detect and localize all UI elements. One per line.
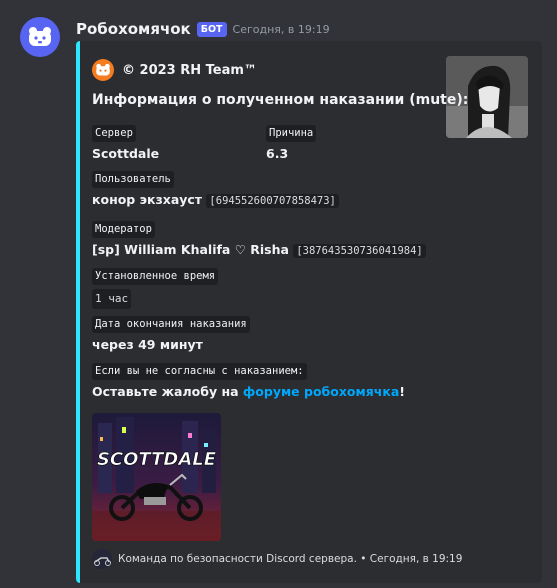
field-duration-value: 1 час <box>92 289 132 309</box>
footer-avatar <box>92 549 112 569</box>
embed-accent-bar <box>76 41 80 583</box>
field-moderator: Модератор [sp] William Khalifa ♡ Risha [… <box>92 217 426 259</box>
field-server-name: Сервер <box>92 125 136 142</box>
message-timestamp[interactable]: Сегодня, в 19:19 <box>233 23 330 36</box>
embed-author: © 2023 RH Team™ <box>92 59 257 81</box>
field-end-date-value: через 49 минут <box>92 337 203 352</box>
field-server-value: Scottdale <box>92 146 160 161</box>
footer-label: Команда по безопасности Discord сервера. <box>118 553 357 565</box>
embed-footer: Команда по безопасности Discord сервера.… <box>92 549 462 569</box>
embed-title: Информация о полученном наказании (mute)… <box>92 92 469 108</box>
appeal-text-end: ! <box>399 384 405 399</box>
scottdale-image: SCOTTDALE <box>92 413 221 541</box>
appeal-forum-link[interactable]: форуме робохомячка <box>243 384 399 399</box>
user-id: [694552600707858473] <box>206 194 339 208</box>
field-server: Сервер Scottdale <box>92 121 159 162</box>
bot-avatar[interactable] <box>20 17 60 57</box>
message-header: Робохомячок БОТ Сегодня, в 19:19 <box>76 18 330 40</box>
username[interactable]: Робохомячок <box>76 20 191 38</box>
field-duration-name: Установленное время <box>92 268 219 285</box>
bot-badge: БОТ <box>196 21 227 37</box>
field-appeal-value: Оставьте жалобу на форуме робохомячка! <box>92 384 405 400</box>
hamster-icon <box>92 59 114 81</box>
field-reason: Причина 6.3 <box>266 121 317 162</box>
user-display-name: конор экзхауст <box>92 192 203 207</box>
field-reason-value: 6.3 <box>266 146 289 161</box>
footer-separator: • <box>356 553 370 565</box>
hamster-icon <box>29 27 51 46</box>
embed-author-name: © 2023 RH Team™ <box>122 62 257 78</box>
field-user-value: конор экзхауст [694552600707858473] <box>92 192 339 209</box>
footer-text: Команда по безопасности Discord сервера.… <box>118 553 462 565</box>
moderator-id: [387643530736041984] <box>293 244 426 258</box>
embed-card: © 2023 RH Team™ Информация о полученном … <box>76 41 542 583</box>
moderator-display-name: [sp] William Khalifa ♡ Risha <box>92 242 289 257</box>
field-end-date: Дата окончания наказания через 49 минут <box>92 312 250 353</box>
field-appeal-name: Если вы не согласны с наказанием: <box>92 363 307 380</box>
field-moderator-name: Модератор <box>92 221 155 238</box>
field-reason-name: Причина <box>266 125 317 142</box>
image-logo-text: SCOTTDALE <box>97 449 217 470</box>
field-moderator-value: [sp] William Khalifa ♡ Risha [3876435307… <box>92 242 426 259</box>
embed-image[interactable]: SCOTTDALE <box>92 413 221 541</box>
field-user: Пользователь конор экзхауст [69455260070… <box>92 167 339 209</box>
appeal-text: Оставьте жалобу на <box>92 384 243 399</box>
field-duration: Установленное время 1 час <box>92 264 219 309</box>
footer-timestamp: Сегодня, в 19:19 <box>369 553 463 565</box>
field-end-date-name: Дата окончания наказания <box>92 316 250 333</box>
field-appeal: Если вы не согласны с наказанием: Оставь… <box>92 359 405 400</box>
field-user-name: Пользователь <box>92 171 174 188</box>
